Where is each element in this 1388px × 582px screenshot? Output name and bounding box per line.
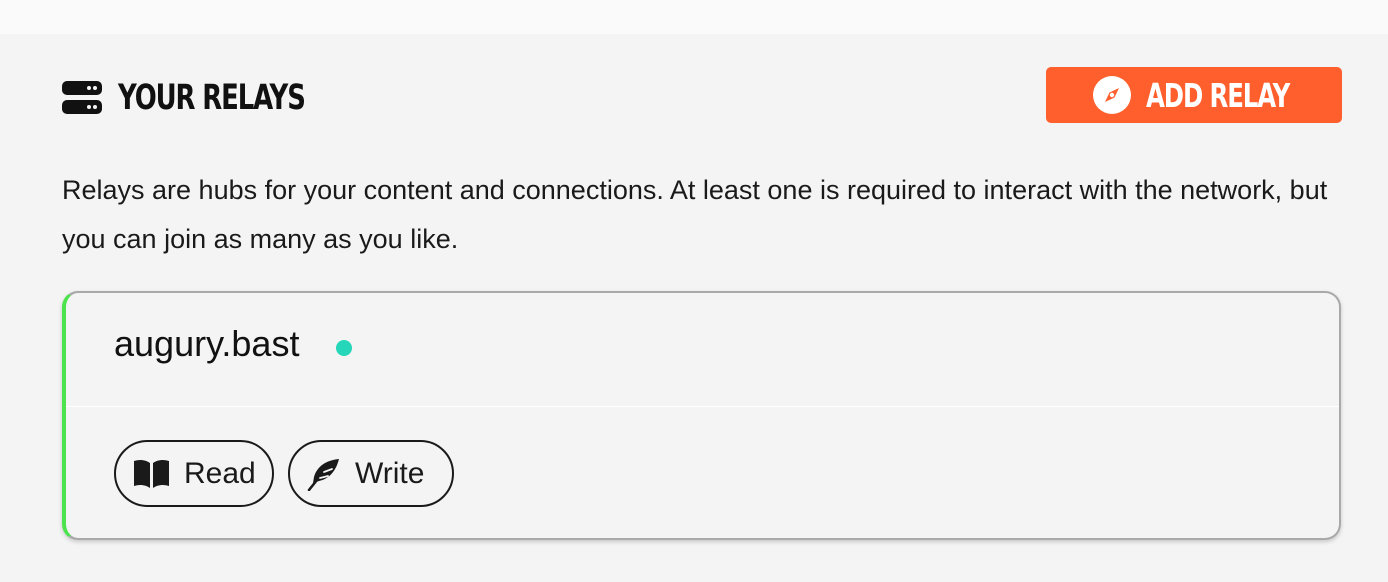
relay-card[interactable]: augury.bast Read Write [62, 291, 1341, 540]
add-relay-button[interactable]: ADD RELAY [1046, 67, 1342, 123]
write-permission-button[interactable]: Write [288, 440, 454, 507]
compass-icon [1092, 75, 1132, 115]
write-label: Write [355, 456, 425, 490]
page-title: YOUR RELAYS [118, 78, 306, 118]
top-bar [0, 0, 1388, 34]
book-icon [134, 459, 169, 488]
feather-icon [307, 458, 339, 491]
relay-card-header: augury.bast [66, 293, 1339, 407]
add-relay-label: ADD RELAY [1146, 75, 1290, 115]
section-title-wrap: YOUR RELAYS [62, 78, 370, 118]
read-permission-button[interactable]: Read [114, 440, 274, 507]
relay-name[interactable]: augury.bast [114, 323, 299, 365]
read-label: Read [184, 456, 256, 490]
section-description: Relays are hubs for your content and con… [62, 175, 1328, 254]
section-header: YOUR RELAYS ADD RELAY [62, 67, 1342, 124]
status-indicator [336, 340, 352, 356]
server-icon [62, 81, 102, 115]
